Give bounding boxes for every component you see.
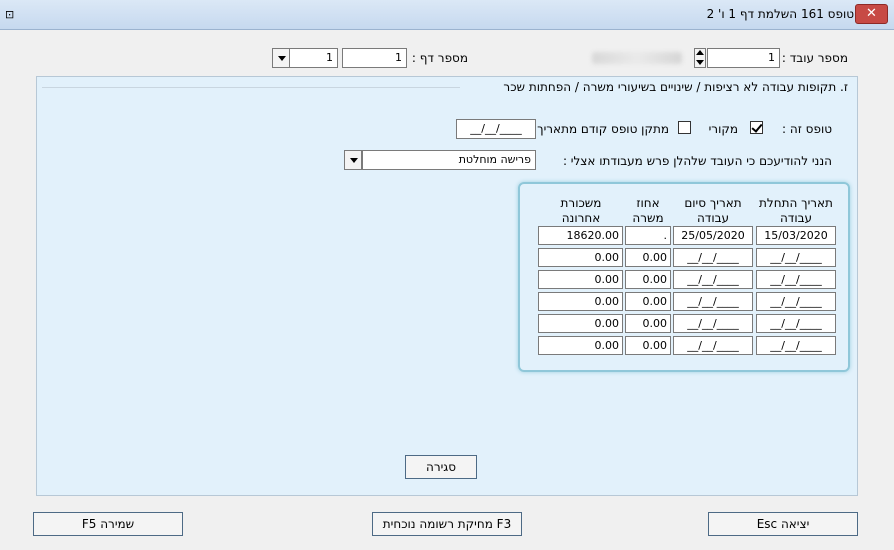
row-3-salary[interactable]: 0.00 — [538, 292, 623, 311]
page-number-input[interactable]: 1 — [342, 48, 407, 68]
header-start-date: תאריך התחלת עבודה — [755, 196, 837, 226]
exit-button[interactable]: יציאה Esc — [708, 512, 858, 536]
header-end-date-line2: עבודה — [696, 211, 730, 225]
save-button[interactable]: שמירה F5 — [33, 512, 183, 536]
notice-label: הנני להודיעכם כי העובד שלהלן פרש מעבודתו… — [562, 154, 832, 168]
app-icon: ⊡ — [5, 8, 15, 21]
employee-number-spinner[interactable] — [694, 48, 706, 68]
row-5-end-date[interactable]: __/__/____ — [673, 336, 753, 355]
row-3-end-date[interactable]: __/__/____ — [673, 292, 753, 311]
row-2-salary[interactable]: 0.00 — [538, 270, 623, 289]
row-1-end-date[interactable]: __/__/____ — [673, 248, 753, 267]
spin-up-icon[interactable] — [696, 50, 704, 55]
correction-label: מתקן טופס קודם מתאריך — [537, 122, 669, 136]
row-1-start-date[interactable]: __/__/____ — [756, 248, 836, 267]
header-end-date: תאריך סיום עבודה — [672, 196, 754, 226]
row-4-end-date[interactable]: __/__/____ — [673, 314, 753, 333]
header-percent: אחוז משרה — [624, 196, 672, 226]
page-number-label: מספר דף : — [411, 51, 468, 65]
row-3-start-date[interactable]: __/__/____ — [756, 292, 836, 311]
row-4-salary[interactable]: 0.00 — [538, 314, 623, 333]
row-5-salary[interactable]: 0.00 — [538, 336, 623, 355]
retirement-type-select[interactable]: פרישה מוחלטת — [362, 150, 536, 170]
row-2-start-date[interactable]: __/__/____ — [756, 270, 836, 289]
row-0-end-date[interactable]: 25/05/2020 — [673, 226, 753, 245]
row-0-start-date[interactable]: 15/03/2020 — [756, 226, 836, 245]
row-5-start-date[interactable]: __/__/____ — [756, 336, 836, 355]
page-select-dropdown-icon[interactable] — [272, 48, 290, 68]
header-salary-line1: משכורת — [560, 196, 602, 210]
header-end-date-line1: תאריך סיום — [684, 196, 742, 210]
row-1-percent[interactable]: 0.00 — [625, 248, 671, 267]
delete-record-button[interactable]: F3 מחיקת רשומה נוכחית — [372, 512, 522, 536]
row-0-percent[interactable]: . — [625, 226, 671, 245]
row-3-percent[interactable]: 0.00 — [625, 292, 671, 311]
close-window-button[interactable]: ✕ — [855, 4, 888, 24]
row-5-percent[interactable]: 0.00 — [625, 336, 671, 355]
header-start-date-line2: עבודה — [779, 211, 813, 225]
spin-down-icon[interactable] — [696, 60, 704, 65]
correction-checkbox[interactable] — [678, 121, 691, 134]
row-2-end-date[interactable]: __/__/____ — [673, 270, 753, 289]
header-percent-line2: משרה — [632, 211, 664, 225]
header-percent-line1: אחוז — [636, 196, 660, 210]
original-label: מקורי — [708, 122, 738, 136]
employee-number-input[interactable]: 1 — [707, 48, 780, 68]
correction-date-input[interactable]: __/__/____ — [456, 119, 536, 139]
row-4-percent[interactable]: 0.00 — [625, 314, 671, 333]
header-start-date-line1: תאריך התחלת — [759, 196, 833, 210]
window-title: טופס 161 השלמת דף 1 ו' 2 — [706, 7, 854, 21]
row-4-start-date[interactable]: __/__/____ — [756, 314, 836, 333]
row-1-salary[interactable]: 0.00 — [538, 248, 623, 267]
form-type-label: טופס זה : — [782, 122, 832, 136]
page-select[interactable]: 1 — [290, 48, 338, 68]
section-divider — [42, 87, 460, 88]
employee-number-label: מספר עובד : — [781, 51, 848, 65]
section-title: ז. תקופות עבודה לא רציפות / שינויים בשיע… — [499, 80, 848, 94]
header-salary: משכורת אחרונה — [538, 196, 624, 226]
retirement-type-dropdown-icon[interactable] — [344, 150, 362, 170]
employee-name-blurred — [592, 52, 682, 64]
header-salary-line2: אחרונה — [561, 211, 601, 225]
original-checkbox[interactable] — [750, 121, 763, 134]
close-panel-button[interactable]: סגירה — [405, 455, 477, 479]
row-0-salary[interactable]: 18620.00 — [538, 226, 623, 245]
row-2-percent[interactable]: 0.00 — [625, 270, 671, 289]
